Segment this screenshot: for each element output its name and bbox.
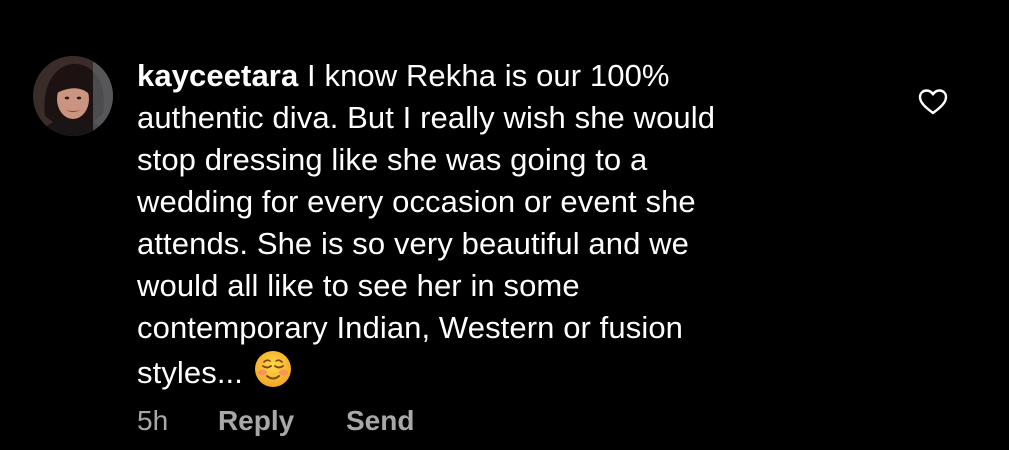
comment-username[interactable]: kayceetara [137,58,298,93]
reply-button[interactable]: Reply [218,404,294,438]
comment-text-line-2: authentic diva. But I really wish she wo… [137,100,716,135]
comment-text-line-7: contemporary Indian, Western or fusion [137,310,683,345]
comment-text-line-6: would all like to see her in some [137,268,580,303]
send-button[interactable]: Send [346,404,414,438]
comment-timestamp: 5h [137,405,169,436]
comment-actions: 5h Reply Send [137,404,414,438]
comment-text-line-4: wedding for every occasion or event she [137,184,696,219]
comment-text-line-3: stop dressing like she was going to a [137,142,648,177]
smiling-face-emoji [253,349,293,389]
comment-text-line-8: styles... [137,355,243,390]
comment: kayceetara I know Rekha is our 100% auth… [0,0,1009,450]
comment-body: kayceetara I know Rekha is our 100% auth… [137,55,857,394]
heart-outline-icon[interactable] [917,86,949,118]
comment-text-line-5: attends. She is so very beautiful and we [137,226,689,261]
avatar[interactable] [33,56,113,136]
comment-text-line-1: I know Rekha is our 100% [298,58,670,93]
